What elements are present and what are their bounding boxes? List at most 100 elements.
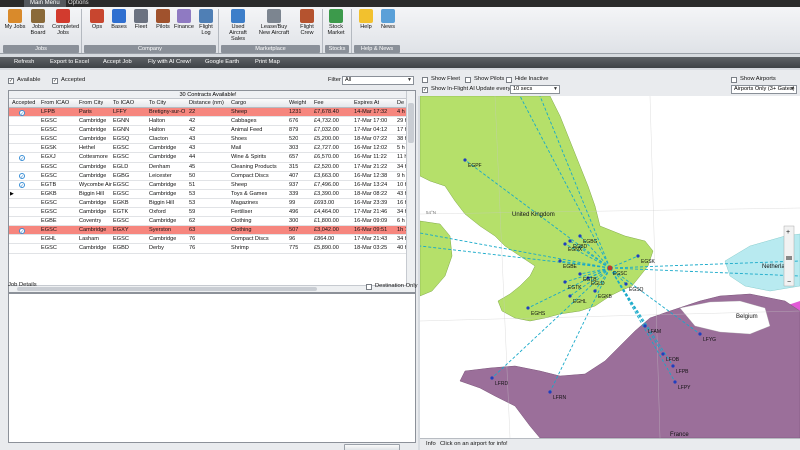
airport-dot[interactable] — [578, 234, 582, 238]
destination-only-checkbox[interactable] — [366, 284, 372, 290]
accept-job-button[interactable]: Accept Job — [103, 57, 132, 68]
airport-label[interactable]: EGBE — [563, 264, 578, 270]
route-map[interactable]: EGPF EGNX EGBG EGBD EGBE EGTK EGSC EGSK EGSQ EGKB… — [420, 96, 800, 438]
completed-jobs-button[interactable]: Completed Jobs — [52, 9, 79, 36]
accepted-checkbox[interactable]: ✓ — [52, 78, 58, 84]
airport-label[interactable]: LFPY — [678, 385, 691, 391]
accepted-check-icon[interactable]: ✓ — [19, 173, 25, 180]
news-button[interactable]: News — [377, 9, 399, 30]
column-header[interactable]: Accepted — [12, 99, 35, 108]
table-row[interactable]: EGSC Cambridge EGNN Halton 42 Animal Feed 879 £… — [9, 126, 408, 136]
zoom-in-icon[interactable]: + — [786, 229, 790, 236]
export-excel-button[interactable]: Export to Excel — [50, 57, 89, 68]
column-header[interactable]: Weight — [289, 99, 306, 108]
airport-label[interactable]: EGSK — [641, 259, 656, 265]
print-map-button[interactable]: Print Map — [255, 57, 280, 68]
column-header[interactable]: From ICAO — [41, 99, 69, 108]
column-header[interactable]: Distance (nm) — [189, 99, 224, 108]
column-header[interactable]: To ICAO — [113, 99, 134, 108]
table-row[interactable]: EGSC Cambridge EGNN Halton 42 Cabbages 676 £4,7… — [9, 117, 408, 127]
airport-dot[interactable] — [563, 242, 567, 246]
pilots-button[interactable]: Pilots — [152, 9, 174, 30]
scroll-thumb[interactable] — [408, 103, 414, 143]
airport-label[interactable]: LFOB — [666, 357, 680, 363]
airport-label[interactable]: EGTK — [568, 285, 582, 291]
column-header[interactable]: Expires At — [354, 99, 379, 108]
table-row[interactable]: EGHL Lasham EGSC Cambridge 76 Compact Discs 96… — [9, 235, 408, 245]
airport-dot[interactable] — [568, 294, 572, 298]
help-button[interactable]: Help — [355, 9, 377, 30]
available-checkbox[interactable]: ✓ — [8, 78, 14, 84]
airport-dot[interactable] — [607, 265, 613, 271]
airport-label[interactable]: LFPB — [676, 369, 689, 375]
scroll-thumb[interactable] — [17, 287, 317, 291]
hide-inactive-checkbox[interactable] — [506, 77, 512, 83]
refresh-button[interactable]: Refresh — [14, 57, 34, 68]
flight-log-button[interactable]: Flight Log — [195, 9, 217, 36]
column-header[interactable]: Fee — [314, 99, 324, 108]
lease-buy-new-aircraft-button[interactable]: Lease/Buy New Aircraft — [256, 9, 292, 36]
job-details-button[interactable] — [344, 444, 400, 450]
tab-options[interactable]: Options — [62, 0, 95, 7]
airport-dot[interactable] — [673, 380, 677, 384]
table-row[interactable]: EGSC Cambridge EGBD Derby 76 Shrimp 775 £5,890.… — [9, 244, 408, 254]
airport-dot[interactable] — [548, 390, 552, 394]
filter-select[interactable]: All ▼ — [342, 76, 414, 85]
airport-label[interactable]: LFAM — [648, 329, 661, 335]
airports-filter-select[interactable]: Airports Only (3+ Gates) ▼ — [731, 85, 797, 94]
airport-dot[interactable] — [593, 289, 597, 293]
show-pilots-checkbox[interactable] — [465, 77, 471, 83]
airport-label[interactable]: EGPF — [468, 163, 482, 169]
show-airports-checkbox[interactable] — [731, 77, 737, 83]
stock-market-button[interactable]: Stock Market — [325, 9, 347, 36]
table-row[interactable]: EGSC Cambridge EGLD Denham 45 Cleaning Produc… — [9, 163, 408, 172]
zoom-out-icon[interactable]: − — [787, 279, 791, 286]
airport-dot[interactable] — [698, 332, 702, 336]
table-row[interactable]: EGSK Hethel EGSC Cambridge 43 Mail 303 £2,727.0… — [9, 144, 407, 154]
show-inflight-checkbox[interactable]: ✓ — [422, 87, 428, 93]
table-row[interactable]: ✓ EGTB Wycombe Air EGSC Cambridge 51 Sheep 937 £… — [9, 181, 408, 190]
fleet-button[interactable]: Fleet — [130, 9, 152, 30]
my-jobs-button[interactable]: My Jobs — [4, 9, 26, 30]
flight-crew-button[interactable]: Flight Crew — [296, 9, 318, 36]
bases-button[interactable]: Bases — [108, 9, 130, 30]
table-row[interactable]: ✓ LFPB Paris LFFY Bretigny-sur-O 22 Sheep 1231 £… — [9, 108, 407, 118]
column-header[interactable]: Cargo — [231, 99, 246, 108]
table-row[interactable]: EGBE Coventry EGSC Cambridge 62 Clothing 300 £1… — [9, 217, 407, 227]
table-row[interactable]: EGSC Cambridge EGSQ Clacton 43 Shoes 520 £5,200… — [9, 135, 408, 145]
airport-label[interactable]: EGSC — [613, 271, 628, 277]
finance-button[interactable]: Finance — [173, 9, 195, 30]
airport-label[interactable]: EGKB — [598, 294, 613, 300]
airport-dot[interactable] — [661, 352, 665, 356]
airport-dot[interactable] — [563, 280, 567, 284]
fly-ai-crew-button[interactable]: Fly with AI Crew! — [148, 57, 191, 68]
airport-label[interactable]: EGHS — [531, 311, 546, 317]
table-row[interactable]: EGSC Cambridge EGTK Oxford 59 Fertiliser 496 £4… — [9, 208, 408, 218]
accepted-check-icon[interactable]: ✓ — [19, 154, 25, 161]
airport-label[interactable]: LFRD — [495, 381, 508, 387]
column-header[interactable]: To City — [149, 99, 166, 108]
airport-dot[interactable] — [463, 158, 467, 162]
airport-label[interactable]: EGBD — [573, 244, 588, 250]
horizontal-scrollbar[interactable] — [9, 285, 407, 292]
airport-label[interactable]: LFYG — [703, 337, 716, 343]
zoom-control[interactable]: + − — [783, 225, 795, 287]
airport-label[interactable]: LFRN — [553, 395, 566, 401]
map-canvas[interactable]: EGPFEGNXEGBGEGBDEGBEEGTKEGSCEGSKEGSQEGKB… — [420, 96, 800, 438]
airport-dot[interactable] — [490, 376, 494, 380]
airport-label[interactable]: EGTB — [583, 277, 597, 283]
airport-dot[interactable] — [671, 364, 675, 368]
table-row[interactable]: ✓ EGXJ Cottesmore EGSC Cambridge 44 Wine & Spi… — [9, 153, 407, 163]
airport-dot[interactable] — [624, 282, 628, 286]
table-row[interactable]: ✓ EGSC Cambridge EGBG Leicester 50 Compact Dis… — [9, 172, 407, 181]
google-earth-button[interactable]: Google Earth — [205, 57, 239, 68]
column-header[interactable]: De — [397, 99, 404, 108]
airport-dot[interactable] — [643, 324, 647, 328]
tab-main-menu[interactable]: Main Menu — [24, 0, 66, 7]
airport-label[interactable]: EGSQ — [629, 287, 644, 293]
table-row[interactable]: ▶ EGKB Biggin Hill EGSC Cambridge 53 Toys & Ga… — [9, 190, 408, 199]
airport-dot[interactable] — [636, 254, 640, 258]
show-fleet-checkbox[interactable] — [422, 77, 428, 83]
table-row[interactable]: ✓ EGSC Cambridge EGXY Syerston 63 Clothing 507 £… — [9, 226, 408, 236]
accepted-check-icon[interactable]: ✓ — [19, 109, 25, 116]
